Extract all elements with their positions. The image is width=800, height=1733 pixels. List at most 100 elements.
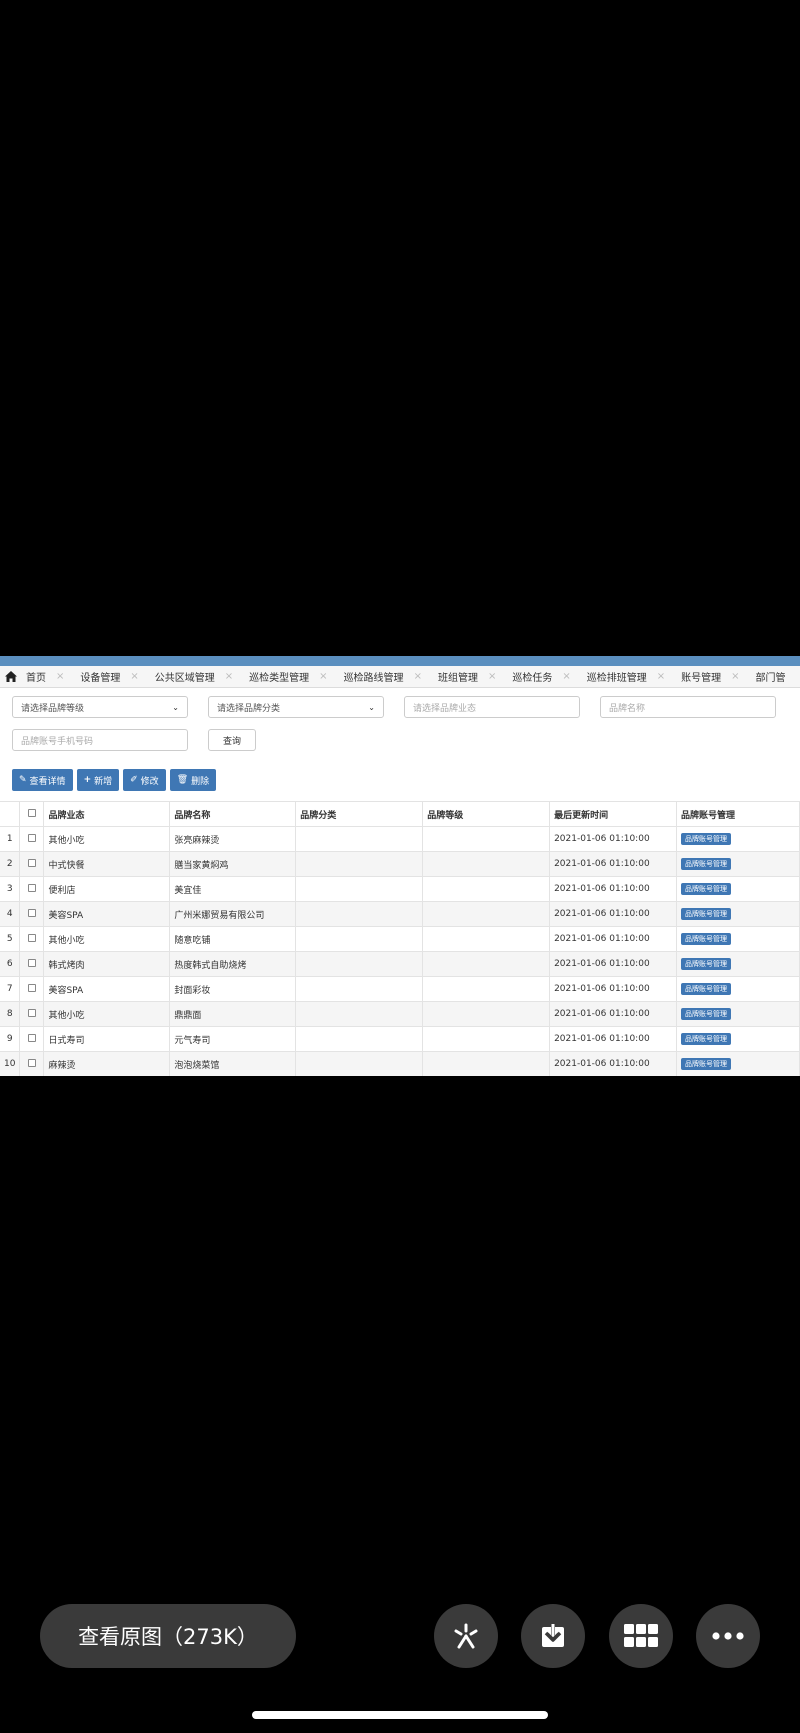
tab-item[interactable]: 班组管理 × [434,666,508,687]
close-icon[interactable]: × [52,671,64,682]
account-manage-button[interactable]: 品牌账号管理 [681,833,732,845]
tab-label: 巡检类型管理 [249,673,310,684]
brand-format-input[interactable]: 请选择品牌业态 [404,696,580,718]
account-manage-button[interactable]: 品牌账号管理 [681,983,732,995]
brand-name-cell: 鼎鼎面 [169,1001,297,1027]
add-button[interactable]: + 新增 [76,769,120,791]
select-all-checkbox[interactable] [27,808,36,817]
sparkle-button[interactable] [434,1604,498,1668]
tab-item[interactable]: 巡检类型管理 × [245,666,339,687]
download-button[interactable] [521,1604,585,1668]
tab-item[interactable]: 巡检排班管理 × [583,666,677,687]
row-checkbox[interactable] [27,883,36,892]
row-checkbox[interactable] [27,858,36,867]
delete-button[interactable]: 🗑 删除 [169,769,217,791]
brand-category-select-label: 请选择品牌分类 [217,703,281,714]
row-checkbox-cell[interactable] [19,976,45,1002]
brand-level-cell [422,1051,551,1076]
brand-category-cell [295,976,424,1002]
row-checkbox[interactable] [27,908,36,917]
table-row[interactable]: 1 其他小吃 张亮麻辣烫 2021-01-06 01:10:00 品牌账号管理 [0,826,800,852]
row-checkbox-cell[interactable] [19,1001,45,1027]
tab-item[interactable]: 巡检任务 × [508,666,582,687]
home-indicator[interactable] [252,1711,548,1719]
table-row[interactable]: 2 中式快餐 膳当家黄焖鸡 2021-01-06 01:10:00 品牌账号管理 [0,851,800,877]
account-manage-button[interactable]: 品牌账号管理 [681,958,732,970]
row-checkbox-cell[interactable] [19,951,45,977]
close-icon[interactable]: × [221,671,233,682]
tab-item[interactable]: 首页 × [22,666,76,687]
last-updated-cell: 2021-01-06 01:10:00 [549,976,678,1002]
column-header[interactable]: 最后更新时间 [549,801,678,827]
account-manage-button[interactable]: 品牌账号管理 [681,883,732,895]
brand-category-select[interactable]: 请选择品牌分类 ⌄ [208,696,384,718]
row-checkbox[interactable] [27,983,36,992]
table-row[interactable]: 10 麻辣烫 泡泡烧菜馆 2021-01-06 01:10:00 品牌账号管理 [0,1051,800,1076]
tab-item[interactable]: 部门管 [752,666,798,687]
account-manage-button[interactable]: 品牌账号管理 [681,1033,732,1045]
table-row[interactable]: 9 日式寿司 元气寿司 2021-01-06 01:10:00 品牌账号管理 [0,1026,800,1052]
tab-item[interactable]: 设备管理 × [76,666,150,687]
tab-item[interactable]: 巡检路线管理 × [340,666,434,687]
row-number: 8 [0,1001,21,1027]
account-manage-button[interactable]: 品牌账号管理 [681,933,732,945]
tab-item[interactable]: 账号管理 × [677,666,751,687]
brand-phone-input[interactable]: 品牌账号手机号码 [12,729,188,751]
home-icon[interactable] [0,666,22,687]
close-icon[interactable]: × [126,671,138,682]
select-all-checkbox-cell[interactable] [19,801,45,827]
download-icon [542,1623,564,1647]
table-row[interactable]: 6 韩式烤肉 热度韩式自助烧烤 2021-01-06 01:10:00 品牌账号管理 [0,951,800,977]
table-row[interactable]: 7 美容SPA 封面彩妆 2021-01-06 01:10:00 品牌账号管理 [0,976,800,1002]
column-header[interactable]: 品牌分类 [295,801,424,827]
brand-category-cell [295,1001,424,1027]
column-header[interactable]: 品牌账号管理 [676,801,800,827]
account-manage-button[interactable]: 品牌账号管理 [681,908,732,920]
close-icon[interactable]: × [410,671,422,682]
close-icon[interactable]: × [558,671,570,682]
close-icon[interactable]: × [727,671,739,682]
screenshot-image[interactable]: 首页 × 设备管理 × 公共区域管理 × 巡检类型管理 × 巡检路线管理 × 班组管理 × 巡检任务 × 巡… [0,656,800,1076]
column-header[interactable]: 品牌名称 [169,801,297,827]
tab-item[interactable]: 公共区域管理 × [151,666,245,687]
row-checkbox-cell[interactable] [19,926,45,952]
row-checkbox[interactable] [27,833,36,842]
row-checkbox[interactable] [27,1033,36,1042]
row-checkbox-cell[interactable] [19,1051,45,1076]
table-row[interactable]: 4 美容SPA 广州米娜贸易有限公司 2021-01-06 01:10:00 品牌账号管… [0,901,800,927]
view-detail-button[interactable]: ✎ 查看详情 [12,769,73,791]
row-checkbox[interactable] [27,1058,36,1067]
row-checkbox-cell[interactable] [19,851,45,877]
query-button[interactable]: 查询 [208,729,256,751]
row-checkbox-cell[interactable] [19,901,45,927]
table-row[interactable]: 8 其他小吃 鼎鼎面 2021-01-06 01:10:00 品牌账号管理 [0,1001,800,1027]
grid-view-button[interactable] [609,1604,673,1668]
account-manage-button[interactable]: 品牌账号管理 [681,1058,732,1070]
table-row[interactable]: 3 便利店 美宜佳 2021-01-06 01:10:00 品牌账号管理 [0,876,800,902]
tab-label: 首页 [26,673,46,684]
more-button[interactable] [696,1604,760,1668]
edit-button[interactable]: ✐ 修改 [123,769,166,791]
brand-name-cell: 泡泡烧菜馆 [169,1051,297,1076]
brand-level-cell [422,976,551,1002]
brand-name-input[interactable]: 品牌名称 [600,696,776,718]
close-icon[interactable]: × [484,671,496,682]
account-manage-button[interactable]: 品牌账号管理 [681,1008,732,1020]
table-row[interactable]: 5 其他小吃 随意吃铺 2021-01-06 01:10:00 品牌账号管理 [0,926,800,952]
row-checkbox[interactable] [27,933,36,942]
row-checkbox[interactable] [27,958,36,967]
account-manage-cell: 品牌账号管理 [676,1001,800,1027]
row-checkbox-cell[interactable] [19,1026,45,1052]
brand-level-select[interactable]: 请选择品牌等级 ⌄ [12,696,188,718]
add-label: 新增 [94,776,113,787]
row-checkbox-cell[interactable] [19,826,45,852]
view-original-button[interactable]: 查看原图（273K） [40,1604,296,1668]
column-header[interactable]: 品牌业态 [43,801,171,827]
close-icon[interactable]: × [653,671,665,682]
account-manage-button[interactable]: 品牌账号管理 [681,858,732,870]
column-header[interactable]: 品牌等级 [422,801,551,827]
row-checkbox-cell[interactable] [19,876,45,902]
row-checkbox[interactable] [27,1008,36,1017]
close-icon[interactable]: × [315,671,327,682]
last-updated-cell: 2021-01-06 01:10:00 [549,1051,678,1076]
